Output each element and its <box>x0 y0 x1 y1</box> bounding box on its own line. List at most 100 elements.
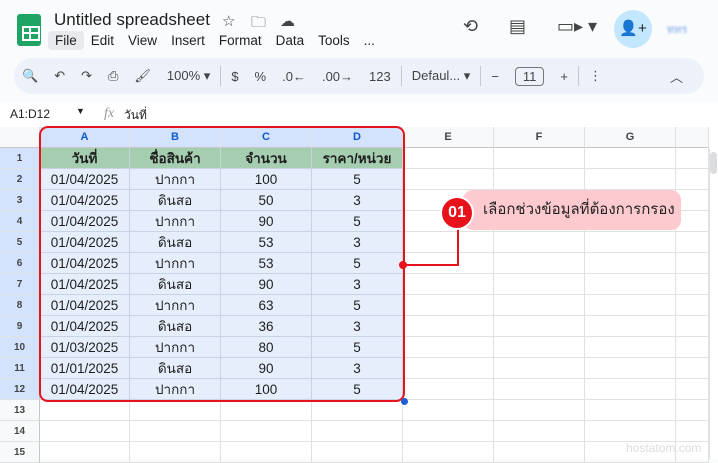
cell[interactable] <box>312 400 403 421</box>
star-icon[interactable]: ☆ <box>222 12 235 30</box>
cell[interactable] <box>403 232 494 253</box>
cell[interactable] <box>403 442 494 463</box>
formula-input[interactable]: วันที่ <box>124 106 147 125</box>
cell[interactable] <box>494 169 585 190</box>
cell[interactable] <box>494 400 585 421</box>
currency-button[interactable]: $ <box>231 69 238 84</box>
cell[interactable] <box>403 169 494 190</box>
cell[interactable] <box>676 253 709 274</box>
more-icon[interactable]: ⋮ <box>589 68 602 84</box>
column-header-e[interactable]: E <box>403 127 494 148</box>
cell[interactable] <box>585 295 676 316</box>
cell[interactable] <box>494 337 585 358</box>
row-header[interactable]: 15 <box>0 442 40 463</box>
name-box-dropdown-icon[interactable]: ▼ <box>76 106 85 116</box>
cell[interactable] <box>403 400 494 421</box>
cell[interactable] <box>585 337 676 358</box>
cell[interactable] <box>312 421 403 442</box>
row-header[interactable]: 4 <box>0 211 40 232</box>
row-header[interactable]: 10 <box>0 337 40 358</box>
cell[interactable] <box>221 442 312 463</box>
more-formats-button[interactable]: 123 <box>369 69 391 84</box>
cell[interactable] <box>676 232 709 253</box>
cell[interactable] <box>585 358 676 379</box>
cell[interactable] <box>676 169 709 190</box>
share-add-person-icon[interactable]: 👤+ <box>614 10 652 48</box>
paint-format-icon[interactable]: 🖌 <box>134 68 151 84</box>
cell[interactable] <box>676 421 709 442</box>
avatar[interactable]: ททร <box>667 20 687 38</box>
row-header[interactable]: 11 <box>0 358 40 379</box>
cell[interactable] <box>676 400 709 421</box>
select-all-corner[interactable] <box>0 127 40 148</box>
cell[interactable] <box>494 253 585 274</box>
row-header[interactable]: 14 <box>0 421 40 442</box>
cell[interactable] <box>40 442 130 463</box>
cell[interactable] <box>130 400 221 421</box>
meet-icon[interactable]: ▭▸ ▾ <box>557 16 597 37</box>
cell[interactable] <box>403 358 494 379</box>
menu-more[interactable]: ... <box>357 31 382 50</box>
cell[interactable] <box>494 232 585 253</box>
menu-file[interactable]: File <box>48 31 84 50</box>
cell[interactable] <box>585 253 676 274</box>
cell[interactable] <box>403 337 494 358</box>
search-icon[interactable]: 🔍 <box>22 68 38 84</box>
percent-button[interactable]: % <box>255 69 267 84</box>
cell[interactable] <box>494 148 585 169</box>
cell[interactable] <box>312 442 403 463</box>
scrollbar-thumb[interactable] <box>710 152 717 174</box>
menu-data[interactable]: Data <box>269 31 312 50</box>
cell[interactable] <box>494 421 585 442</box>
column-header-g[interactable]: G <box>585 127 676 148</box>
font-size-decrease[interactable]: − <box>491 69 499 84</box>
cell[interactable] <box>494 442 585 463</box>
menu-insert[interactable]: Insert <box>164 31 212 50</box>
row-header[interactable]: 13 <box>0 400 40 421</box>
cell[interactable] <box>403 316 494 337</box>
cell[interactable] <box>494 379 585 400</box>
row-header[interactable]: 2 <box>0 169 40 190</box>
cell[interactable] <box>676 358 709 379</box>
cell[interactable] <box>676 274 709 295</box>
cell[interactable] <box>585 400 676 421</box>
cell[interactable] <box>221 421 312 442</box>
undo-icon[interactable]: ↶ <box>54 68 65 84</box>
cell[interactable] <box>585 316 676 337</box>
row-header[interactable]: 1 <box>0 148 40 169</box>
cell[interactable] <box>676 337 709 358</box>
row-header[interactable]: 6 <box>0 253 40 274</box>
cell[interactable] <box>494 358 585 379</box>
fill-handle[interactable] <box>401 398 408 405</box>
decrease-decimal-button[interactable]: .0← <box>282 69 306 84</box>
cell[interactable] <box>494 316 585 337</box>
font-select[interactable]: Defaul... ▾ <box>412 68 471 84</box>
cell[interactable] <box>585 232 676 253</box>
sheets-logo[interactable] <box>17 14 41 46</box>
name-box[interactable]: A1:D12 <box>10 107 50 121</box>
column-header-extra[interactable] <box>676 127 709 148</box>
collapse-toolbar-icon[interactable]: ︿ <box>670 67 683 86</box>
menu-view[interactable]: View <box>121 31 164 50</box>
row-header[interactable]: 12 <box>0 379 40 400</box>
menu-tools[interactable]: Tools <box>311 31 357 50</box>
cell[interactable] <box>585 379 676 400</box>
menu-edit[interactable]: Edit <box>84 31 121 50</box>
redo-icon[interactable]: ↷ <box>81 68 92 84</box>
increase-decimal-button[interactable]: .00→ <box>322 69 353 84</box>
cell[interactable] <box>221 400 312 421</box>
cell[interactable] <box>403 379 494 400</box>
cell[interactable] <box>494 295 585 316</box>
version-history-icon[interactable]: ⟲ <box>463 16 478 37</box>
row-header[interactable]: 5 <box>0 232 40 253</box>
cell[interactable] <box>585 169 676 190</box>
cell[interactable] <box>494 274 585 295</box>
cell[interactable] <box>676 148 709 169</box>
cell[interactable] <box>130 442 221 463</box>
font-size-input[interactable]: 11 <box>514 66 545 86</box>
row-header[interactable]: 8 <box>0 295 40 316</box>
cell[interactable] <box>676 295 709 316</box>
cell[interactable] <box>585 148 676 169</box>
cell[interactable] <box>676 379 709 400</box>
cell[interactable] <box>585 421 676 442</box>
